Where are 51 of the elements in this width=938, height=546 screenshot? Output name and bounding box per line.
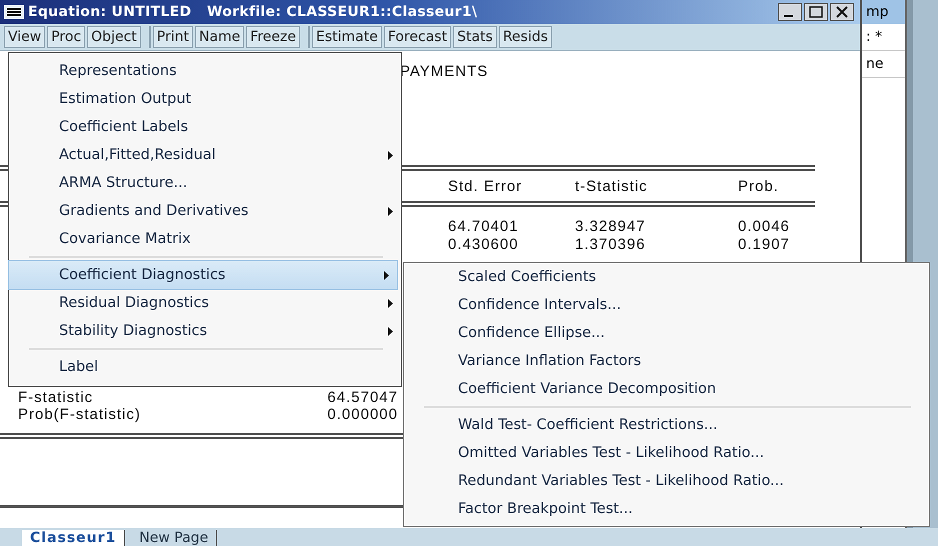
table-cell-text: 1.370396 — [574, 236, 647, 252]
toolbar-button[interactable]: Print — [152, 26, 193, 48]
table-cell-text: 64.70401 — [447, 218, 520, 234]
menu-item[interactable]: Coefficient Diagnostics — [9, 261, 397, 289]
menu-item[interactable]: Gradients and Derivatives — [9, 197, 401, 225]
table-cell-text: 0.430600 — [447, 236, 520, 252]
toolbar-button[interactable]: Estimate — [312, 26, 382, 48]
dependent-variable-label: PAYMENTS — [400, 63, 488, 80]
menu-item[interactable]: Estimation Output — [9, 85, 401, 113]
menu-item[interactable]: Coefficient Variance Decomposition — [404, 375, 929, 403]
window-title: Equation: UNTITLED Workfile: CLASSEUR1::Classeur1\ — [28, 4, 478, 20]
close-icon[interactable] — [830, 3, 854, 21]
menu-item[interactable]: Covariance Matrix — [9, 225, 401, 253]
column-header: Prob. — [737, 178, 780, 194]
window-title: mp — [862, 0, 905, 24]
toolbar-button[interactable]: Freeze — [246, 26, 300, 48]
menu-item[interactable]: Residual Diagnostics — [9, 289, 401, 317]
column-header: Std. Error — [447, 178, 524, 194]
menu-item[interactable]: Factor Breakpoint Test... — [404, 495, 929, 523]
column-header: t-Statistic — [574, 178, 649, 194]
toolbar-button[interactable]: Object — [87, 26, 141, 48]
label: : * — [862, 24, 905, 51]
menu-item[interactable]: Scaled Coefficients — [404, 263, 929, 291]
menu-item[interactable]: Coefficient Labels — [9, 113, 401, 141]
menu-item[interactable]: Confidence Ellipse... — [404, 319, 929, 347]
statistic-value: 0.000000 — [327, 406, 398, 423]
table-cell-text: 3.328947 — [574, 218, 647, 234]
label: ne — [862, 51, 905, 78]
menu-item[interactable]: Actual,Fitted,Residual — [9, 141, 401, 169]
menu-item[interactable]: Wald Test- Coefficient Restrictions... — [404, 411, 929, 439]
toolbar-button[interactable]: Stats — [453, 26, 497, 48]
toolbar-button[interactable]: Resids — [498, 26, 552, 48]
menu-item[interactable]: Confidence Intervals... — [404, 291, 929, 319]
menu-item[interactable]: Redundant Variables Test - Likelihood Ratio... — [404, 467, 929, 495]
toolbar-button[interactable]: Proc — [47, 26, 86, 48]
minimize-icon[interactable] — [778, 3, 802, 21]
menu-item[interactable]: Label — [9, 353, 401, 381]
toolbar-button[interactable]: Name — [194, 26, 244, 48]
sheet-tab[interactable]: Classeur1 — [22, 530, 126, 546]
statistic-label: Prob(F-statistic) — [18, 406, 141, 423]
menu-icon[interactable] — [4, 5, 24, 19]
toolbar-button[interactable]: Forecast — [384, 26, 452, 48]
menu-item[interactable]: Representations — [9, 57, 401, 85]
maximize-icon[interactable] — [804, 3, 828, 21]
menu-item[interactable]: Stability Diagnostics — [9, 317, 401, 345]
menu-item[interactable]: Variance Inflation Factors — [404, 347, 929, 375]
menu-item[interactable]: ARMA Structure... — [9, 169, 401, 197]
toolbar-button[interactable]: View — [4, 26, 46, 48]
menu-item[interactable]: Omitted Variables Test - Likelihood Ratio... — [404, 439, 929, 467]
statistic-value: 64.57047 — [327, 389, 398, 406]
statistic-label: F-statistic — [18, 389, 94, 406]
